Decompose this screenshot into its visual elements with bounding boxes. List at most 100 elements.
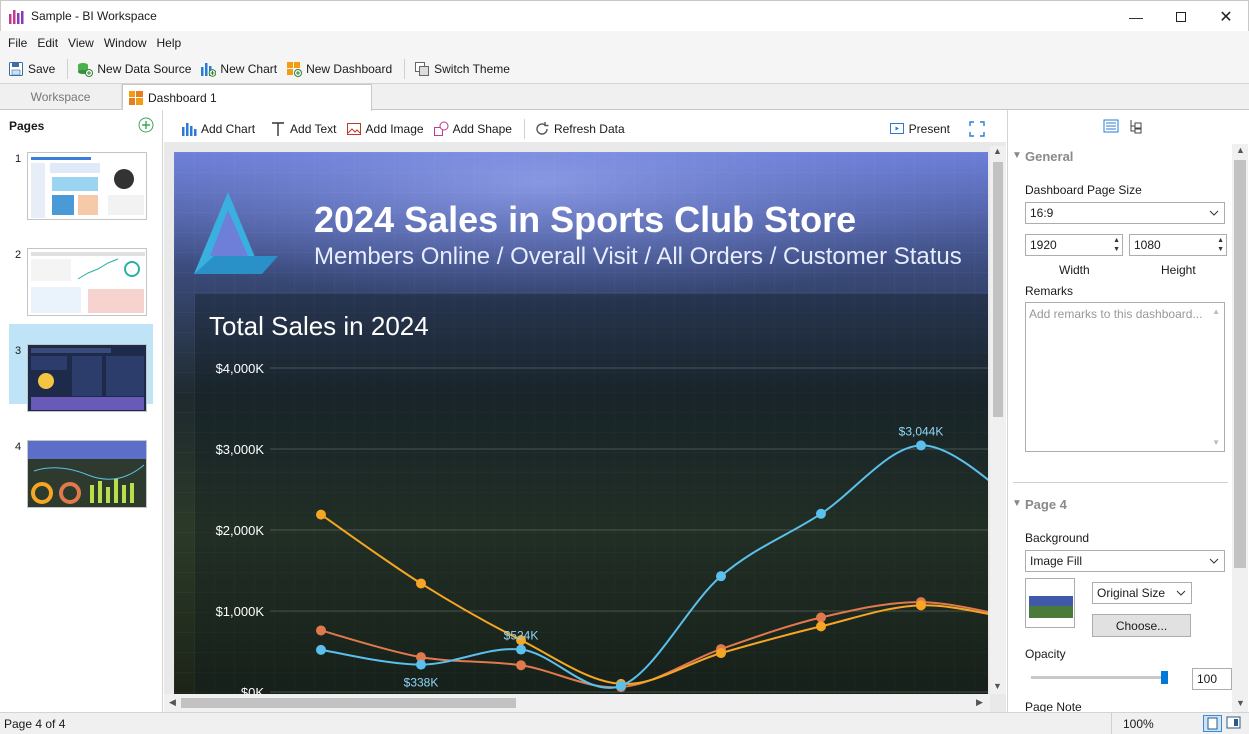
scroll-right-icon[interactable]: ▶ — [976, 697, 983, 708]
window-title: Sample - BI Workspace — [31, 9, 157, 23]
section-divider — [1013, 482, 1228, 483]
page-size-dropdown[interactable]: 16:9 — [1025, 202, 1225, 224]
data-point[interactable] — [416, 659, 426, 670]
menu-edit[interactable]: Edit — [32, 31, 63, 55]
add-shape-label: Add Shape — [452, 122, 512, 136]
tree-view-icon[interactable] — [1128, 118, 1144, 134]
scroll-down-icon[interactable]: ▼ — [1236, 698, 1245, 708]
remarks-label: Remarks — [1025, 284, 1074, 298]
general-section-header[interactable]: General — [1025, 149, 1073, 164]
page-number: 2 — [15, 249, 22, 261]
data-point[interactable] — [316, 644, 326, 655]
add-page-icon[interactable] — [138, 117, 154, 133]
data-point[interactable] — [716, 648, 726, 659]
opacity-spinbox[interactable]: 100 — [1192, 668, 1232, 690]
present-button[interactable]: Present — [886, 117, 953, 141]
canvas-vertical-scroll-thumb[interactable] — [993, 162, 1003, 417]
menu-window[interactable]: Window — [99, 31, 152, 55]
page-thumbnail-1[interactable] — [27, 152, 147, 220]
image-size-value: Original Size — [1097, 586, 1166, 600]
background-image-preview[interactable] — [1025, 578, 1075, 628]
scroll-up-icon[interactable]: ▲ — [993, 146, 1002, 156]
data-point[interactable] — [516, 660, 526, 671]
switch-theme-button[interactable]: Switch Theme — [411, 57, 513, 81]
opacity-value: 100 — [1197, 672, 1218, 686]
background-label: Background — [1025, 531, 1090, 545]
tab-workspace[interactable]: Workspace — [0, 84, 122, 110]
page-thumbnail-3[interactable] — [27, 344, 147, 412]
height-label: Height — [1161, 263, 1196, 277]
page-number: 3 — [15, 345, 22, 357]
data-point[interactable] — [916, 600, 926, 611]
normal-view-button[interactable] — [1203, 715, 1222, 732]
choose-image-button[interactable]: Choose... — [1092, 614, 1191, 637]
fullscreen-button[interactable] — [966, 117, 992, 141]
data-point[interactable] — [916, 440, 926, 451]
close-button[interactable]: ✕ — [1203, 1, 1249, 32]
split-view-button[interactable] — [1225, 715, 1244, 732]
add-image-button[interactable]: Add Image — [343, 117, 427, 141]
menu-help[interactable]: Help — [152, 31, 187, 55]
background-dropdown[interactable]: Image Fill — [1025, 550, 1225, 572]
height-value: 1080 — [1134, 238, 1161, 252]
dashboard-title: 2024 Sales in Sports Club Store — [314, 199, 856, 240]
properties-scroll-thumb[interactable] — [1234, 160, 1246, 568]
opacity-slider-thumb[interactable] — [1161, 671, 1168, 684]
collapse-page-icon[interactable]: ▼ — [1012, 498, 1022, 509]
shape-icon — [433, 121, 449, 136]
scroll-down-icon[interactable]: ▼ — [993, 681, 1002, 691]
data-point[interactable] — [516, 644, 526, 655]
bar-chart-icon — [182, 123, 197, 136]
menu-file[interactable]: File — [3, 31, 32, 55]
tab-dashboard-1[interactable]: Dashboard 1 — [122, 84, 372, 111]
minimize-button[interactable]: — — [1113, 1, 1159, 32]
width-spinbox[interactable]: 1920 ▲ ▼ — [1025, 234, 1123, 256]
save-button[interactable]: Save — [5, 57, 58, 81]
collapse-general-icon[interactable]: ▼ — [1012, 150, 1022, 161]
page-thumbnail-4[interactable] — [27, 440, 147, 508]
image-size-dropdown[interactable]: Original Size — [1092, 582, 1192, 604]
data-point[interactable] — [816, 621, 826, 632]
canvas-horizontal-scroll-thumb[interactable] — [181, 698, 516, 708]
page-thumbnail-2[interactable] — [27, 248, 147, 316]
page-section-header[interactable]: Page 4 — [1025, 497, 1067, 512]
data-point[interactable] — [316, 509, 326, 520]
new-dashboard-label: New Dashboard — [306, 62, 393, 76]
data-point[interactable] — [816, 612, 826, 623]
data-point[interactable] — [816, 508, 826, 519]
page-size-label: Dashboard Page Size — [1025, 183, 1142, 197]
add-image-label: Add Image — [365, 122, 424, 136]
text-icon — [272, 122, 285, 136]
image-icon — [346, 123, 361, 135]
tab-dashboard-label: Dashboard 1 — [148, 91, 217, 105]
menu-view[interactable]: View — [63, 31, 99, 55]
toolbar-separator — [523, 119, 525, 139]
scroll-up-icon[interactable]: ▲ — [1236, 145, 1245, 155]
present-label: Present — [908, 122, 950, 136]
data-point[interactable] — [316, 625, 326, 636]
remarks-textarea[interactable]: Add remarks to this dashboard... ▲ ▼ — [1025, 302, 1225, 452]
data-label: $338K — [404, 676, 439, 690]
data-point[interactable] — [616, 680, 626, 691]
data-point[interactable] — [416, 578, 426, 589]
new-data-source-icon — [78, 63, 94, 77]
add-chart-button[interactable]: Add Chart — [178, 117, 258, 141]
add-text-button[interactable]: Add Text — [267, 117, 339, 141]
spin-arrows-icon[interactable]: ▲ ▼ — [1217, 236, 1224, 254]
height-spinbox[interactable]: 1080 ▲ ▼ — [1129, 234, 1227, 256]
new-chart-button[interactable]: New Chart — [197, 57, 280, 81]
new-data-source-button[interactable]: New Data Source — [74, 57, 194, 81]
spin-arrows-icon[interactable]: ▲ ▼ — [1113, 236, 1120, 254]
chevron-down-icon — [1209, 558, 1219, 564]
toolbar-separator — [404, 59, 406, 79]
maximize-button[interactable] — [1158, 1, 1204, 32]
scroll-left-icon[interactable]: ◀ — [169, 697, 176, 708]
properties-view-icon[interactable] — [1103, 118, 1119, 134]
dashboard-canvas[interactable]: 2024 Sales in Sports Club Store Members … — [174, 152, 988, 694]
switch-theme-icon — [415, 62, 430, 76]
add-shape-button[interactable]: Add Shape — [430, 117, 515, 141]
refresh-data-button[interactable]: Refresh Data — [531, 117, 628, 141]
opacity-slider-track[interactable] — [1031, 676, 1168, 679]
new-dashboard-button[interactable]: New Dashboard — [283, 57, 395, 81]
data-point[interactable] — [716, 571, 726, 582]
